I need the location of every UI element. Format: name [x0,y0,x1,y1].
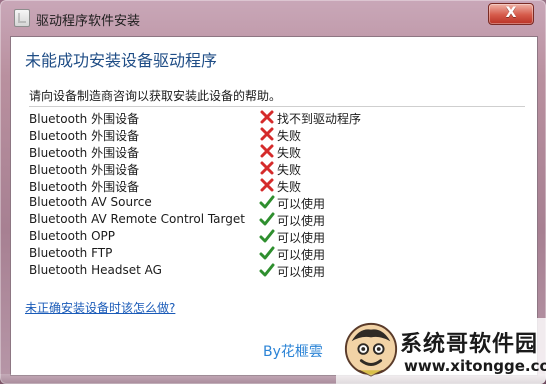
window-icon [14,9,30,27]
cartoon-face-icon [344,322,398,377]
device-name: Bluetooth Headset AG [29,263,162,277]
list-item: Bluetooth 外围设备 找不到驱动程序 [29,109,525,126]
title-bar[interactable]: 驱动程序软件安装 X [0,0,546,36]
list-item: Bluetooth AV Remote Control Target 可以使用 [29,211,525,228]
device-name: Bluetooth FTP [29,246,113,260]
list-item: Bluetooth OPP 可以使用 [29,228,525,245]
watermark-brand: 系统哥软件园 [400,332,539,357]
device-name: Bluetooth 外围设备 [29,180,140,194]
help-instruction: 请向设备制造商咨询以获取安装此设备的帮助。 [29,89,282,103]
error-icon [260,178,274,192]
device-name: Bluetooth 外围设备 [29,146,140,160]
check-icon [259,195,275,209]
device-status: 可以使用 [277,197,326,211]
list-item: Bluetooth AV Source 可以使用 [29,194,525,211]
help-link[interactable]: 未正确安装设备时该怎么做? [25,299,175,316]
list-item: Bluetooth Headset AG 可以使用 [29,262,525,279]
driver-install-window: 驱动程序软件安装 X 未能成功安装设备驱动程序 请向设备制造商咨询以获取安装此设… [0,0,546,384]
list-item: Bluetooth 外围设备 失败 [29,126,525,143]
error-icon [260,110,274,124]
device-name: Bluetooth AV Remote Control Target [29,212,245,226]
list-item: Bluetooth 外围设备 失败 [29,160,525,177]
check-icon [259,263,275,277]
list-item: Bluetooth 外围设备 失败 [29,177,525,194]
device-name: Bluetooth 外围设备 [29,112,140,126]
device-list: Bluetooth 外围设备 找不到驱动程序 Bluetooth 外围设备 失败… [29,109,525,279]
error-icon [260,144,274,158]
error-icon [260,127,274,141]
device-name: Bluetooth AV Source [29,195,152,209]
credit-text: By花榧雲 [263,344,323,360]
device-status: 失败 [277,163,302,177]
device-status: 失败 [277,180,302,194]
device-name: Bluetooth 外围设备 [29,129,140,143]
list-item: Bluetooth 外围设备 失败 [29,143,525,160]
page-title: 未能成功安装设备驱动程序 [25,51,218,70]
separator [29,106,525,107]
device-status: 失败 [277,129,302,143]
window-title: 驱动程序软件安装 [36,14,141,29]
device-status: 失败 [277,146,302,160]
check-icon [259,246,275,260]
list-item: Bluetooth FTP 可以使用 [29,245,525,262]
device-name: Bluetooth 外围设备 [29,163,140,177]
device-name: Bluetooth OPP [29,229,115,243]
check-icon [259,212,275,226]
close-button[interactable]: X [488,3,534,25]
watermark-url: www.xitongge.com [404,357,546,375]
device-status: 可以使用 [277,214,326,228]
window-bottom-edge [0,374,546,384]
device-status: 可以使用 [277,248,326,262]
device-status: 可以使用 [277,231,326,245]
error-icon [260,161,274,175]
device-status: 找不到驱动程序 [277,112,362,126]
device-status: 可以使用 [277,265,326,279]
close-icon: X [505,5,517,21]
check-icon [259,229,275,243]
